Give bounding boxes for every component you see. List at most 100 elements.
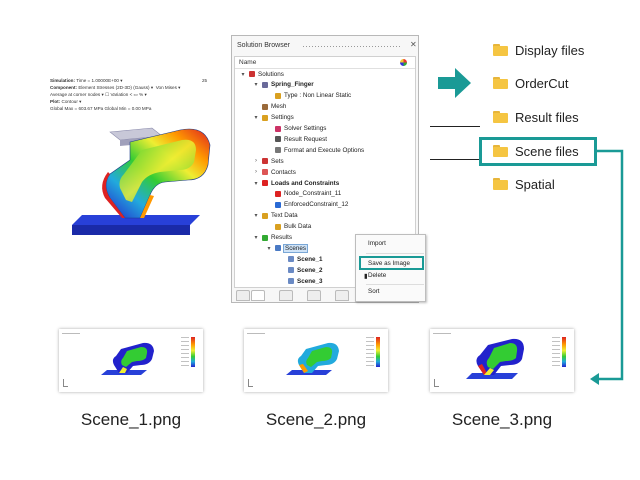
tree-item-label: Text Data <box>271 212 298 220</box>
tree-item-label: Sets <box>271 157 284 165</box>
tree-item-contacts[interactable]: › Contacts <box>252 167 296 177</box>
tree-item-spring-finger[interactable]: ▾ Spring_Finger <box>252 80 314 90</box>
enforced-icon <box>273 201 282 209</box>
axis-triad-icon <box>248 379 253 387</box>
folder-icon <box>493 77 508 89</box>
frame-number: 25 <box>202 78 208 83</box>
loads-icon <box>260 179 269 187</box>
scene-2-model <box>286 342 339 375</box>
plot-line: Plot: Contour ▾ <box>50 99 82 104</box>
scene-files-to-thumbnail-arrow <box>590 149 624 385</box>
expand-toggle-icon[interactable]: › <box>252 158 260 164</box>
scene-1-thumbnail[interactable] <box>59 329 203 392</box>
folder-icon <box>493 111 508 123</box>
tree-item-label: Solver Settings <box>284 125 327 132</box>
color-wheel-icon[interactable] <box>400 59 407 66</box>
menu-item-save-as-image[interactable]: Save as Image <box>368 260 410 267</box>
browser-title: Solution Browser <box>237 42 290 49</box>
tree-item-mesh[interactable]: Mesh <box>252 102 286 112</box>
scene-2-thumbnail[interactable] <box>244 329 388 392</box>
tree-item-label: Result Request <box>284 135 328 143</box>
folder-spatial[interactable]: Spatial <box>493 174 555 194</box>
tab-results[interactable] <box>307 290 321 301</box>
tree-item-label: Solutions <box>258 70 284 78</box>
tree-item-label: Bulk Data <box>284 223 312 231</box>
tree-item-scene-1[interactable]: Scene_1 <box>278 254 323 264</box>
name-column-header[interactable]: Name <box>239 59 256 66</box>
tab-solution[interactable] <box>251 290 265 301</box>
tree-item-result-request[interactable]: Result Request <box>265 134 327 144</box>
tab-material[interactable] <box>279 290 293 301</box>
thumbnail-header-text <box>433 333 451 334</box>
solver-settings-icon <box>273 125 282 133</box>
scene-3-model <box>466 338 524 379</box>
tree-header: Name <box>235 57 415 69</box>
tree-item-scenes[interactable]: ▾ Scenes <box>265 243 309 253</box>
tree-item-loads-and-constraints[interactable]: ▾ Loads and Constraints <box>252 178 339 188</box>
folder-icon <box>493 178 508 190</box>
delete-icon: ▮ <box>364 273 368 280</box>
expand-toggle-icon[interactable]: › <box>252 169 260 175</box>
menu-item-sort[interactable]: Sort <box>368 288 380 295</box>
expand-toggle-icon[interactable]: ▾ <box>252 114 260 121</box>
tab-model[interactable] <box>236 290 250 301</box>
menu-item-import[interactable]: Import <box>368 240 386 247</box>
expand-toggle-icon[interactable]: ▾ <box>265 245 273 252</box>
color-legend <box>376 337 380 367</box>
folder-ordercut[interactable]: OrderCut <box>493 73 568 93</box>
browser-title-bar[interactable]: Solution Browser ✕ <box>232 36 418 55</box>
expand-toggle-icon[interactable]: ▾ <box>252 81 260 88</box>
tree-item-label: Spring_Finger <box>271 81 314 89</box>
result-request-icon <box>273 135 282 143</box>
folder-label: Result files <box>515 109 579 125</box>
color-legend <box>191 337 195 367</box>
base-plate-side <box>72 225 190 235</box>
tree-item-sets[interactable]: › Sets <box>252 156 284 166</box>
scene-3-caption: Scene_3.png <box>451 410 553 429</box>
connector-line-result <box>430 126 480 127</box>
tree-item-label: Scenes <box>282 243 309 253</box>
tree-item-scene-3[interactable]: Scene_3 <box>278 276 323 286</box>
tree-item-label: Scene_2 <box>297 266 323 274</box>
tree-item-label: Settings <box>271 114 294 122</box>
tree-item-solver-settings[interactable]: Solver Settings <box>265 124 326 134</box>
axis-triad-icon <box>63 379 68 387</box>
color-legend <box>562 337 566 367</box>
expand-toggle-icon[interactable]: ▾ <box>252 212 260 219</box>
tree-item-label: Contacts <box>271 168 296 176</box>
tree-item-text-data[interactable]: ▾ Text Data <box>252 211 298 221</box>
tree-item-bulk-data[interactable]: Bulk Data <box>265 222 311 232</box>
tree-item-label: Loads and Constraints <box>271 179 340 187</box>
drag-grip[interactable] <box>302 45 402 48</box>
tree-item-scene-2[interactable]: Scene_2 <box>278 265 323 275</box>
scene-3-thumbnail[interactable] <box>430 329 574 392</box>
tree-item-format-and-execute-options[interactable]: Format and Execute Options <box>265 145 364 155</box>
tree-item-solutions[interactable]: ▾ Solutions <box>239 69 284 79</box>
solutions-icon <box>247 70 256 78</box>
folder-display-files[interactable]: Display files <box>493 40 584 60</box>
settings-icon <box>260 114 269 122</box>
tree-item-type-non-linear-static[interactable]: Type : Non Linear Static <box>265 91 351 101</box>
folder-result-files[interactable]: Result files <box>493 107 579 127</box>
right-arrow-icon <box>438 68 471 98</box>
scene-files-highlight <box>479 137 597 166</box>
tree-item-results[interactable]: ▾ Results <box>252 233 292 243</box>
tree-item-enforcedconstraint-12[interactable]: EnforcedConstraint_12 <box>265 200 348 210</box>
context-menu: Import Save as Image ▮ Delete Sort <box>355 234 426 302</box>
scene-icon <box>286 255 295 263</box>
tree-item-settings[interactable]: ▾ Settings <box>252 113 294 123</box>
contour-plot-panel: Simulation: Time = 1.00000E+00 ▾ 25 Comp… <box>50 70 220 250</box>
expand-toggle-icon[interactable]: ▾ <box>252 180 260 187</box>
solver-icon <box>260 81 269 89</box>
tab-session[interactable] <box>335 290 349 301</box>
tree-item-label: Node_Constraint_11 <box>284 190 342 198</box>
expand-toggle-icon[interactable]: ▾ <box>252 234 260 241</box>
folder-label: Spatial <box>515 176 555 192</box>
menu-separator <box>366 253 424 254</box>
close-icon[interactable]: ✕ <box>410 40 417 49</box>
text-data-icon <box>260 212 269 220</box>
menu-item-delete[interactable]: Delete <box>368 272 386 279</box>
tree-item-node-constraint-11[interactable]: Node_Constraint_11 <box>265 189 341 199</box>
expand-toggle-icon[interactable]: ▾ <box>239 71 247 78</box>
scene-icon <box>286 277 295 285</box>
